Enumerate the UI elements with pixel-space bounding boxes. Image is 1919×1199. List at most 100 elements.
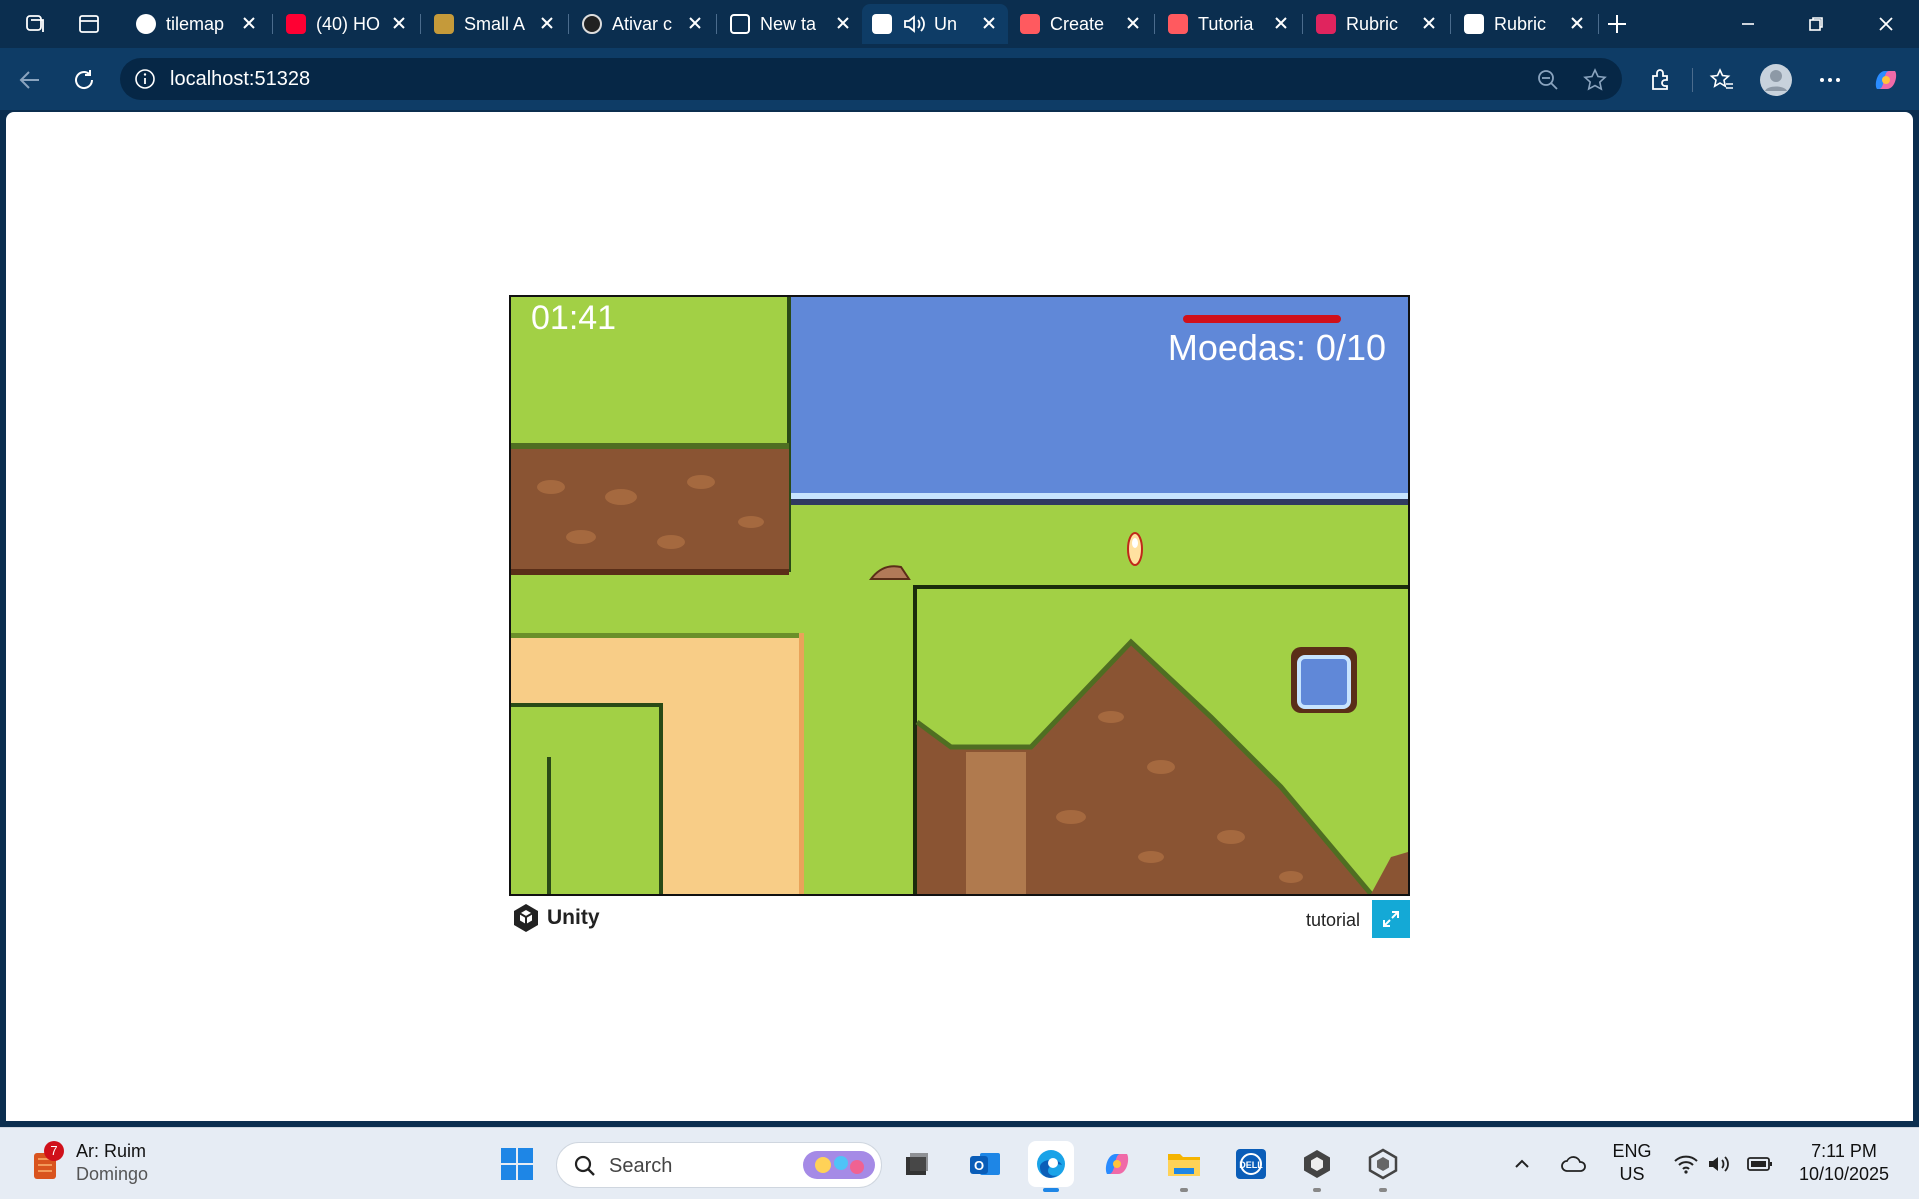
tab-separator (716, 14, 717, 34)
windows-logo-icon (501, 1148, 533, 1180)
show-hidden-icons-chevron-icon[interactable] (1504, 1141, 1540, 1187)
clock[interactable]: 7:11 PM 10/10/2025 (1790, 1140, 1898, 1186)
close-icon[interactable] (538, 14, 556, 32)
google-icon (136, 14, 156, 34)
close-icon[interactable] (240, 14, 258, 32)
dirt-cliff (511, 447, 789, 572)
copilot-icon[interactable] (1868, 62, 1904, 98)
site-info-icon[interactable] (134, 68, 156, 90)
extensions-icon[interactable] (1642, 62, 1678, 98)
close-window-icon[interactable] (1856, 4, 1916, 44)
close-icon[interactable] (1420, 14, 1438, 32)
game-world-scene (511, 297, 1408, 894)
outlook-icon[interactable]: O (962, 1141, 1008, 1187)
tab-youtube[interactable]: (40) HO (276, 4, 418, 44)
refresh-icon[interactable] (66, 62, 102, 98)
weather-badge: 7 (44, 1141, 64, 1161)
vertical-tabs-icon[interactable] (72, 8, 106, 40)
tab-rubric-2[interactable]: Rubric (1454, 4, 1596, 44)
new-tab-plus-icon[interactable] (1600, 8, 1634, 40)
tab-tilemap[interactable]: tilemap (126, 4, 268, 44)
hundred-points-icon (1316, 14, 1336, 34)
openai-icon (582, 14, 602, 34)
close-icon[interactable] (834, 14, 852, 32)
notion-icon (1464, 14, 1484, 34)
game-timer: 01:41 (531, 299, 617, 337)
search-highlight-icon (803, 1151, 875, 1179)
unity-hub-icon[interactable] (1294, 1141, 1340, 1192)
close-icon[interactable] (1124, 14, 1142, 32)
store-icon (1020, 14, 1040, 34)
tab-separator (420, 14, 421, 34)
coin-counter: Moedas: 0/10 (1167, 327, 1386, 368)
tab-rubric-1[interactable]: Rubric (1306, 4, 1448, 44)
weather-status: Ar: Ruim (76, 1141, 147, 1161)
edge-icon[interactable] (1028, 1141, 1074, 1192)
workspaces-icon[interactable] (18, 8, 52, 40)
unity-cube-icon (514, 904, 538, 932)
start-button[interactable] (494, 1141, 540, 1187)
toolbar-separator (1692, 68, 1693, 92)
address-bar[interactable]: localhost:51328 (120, 58, 1622, 100)
tab-chatgpt[interactable]: Ativar c (572, 4, 714, 44)
restore-icon[interactable] (1786, 4, 1846, 44)
task-view-icon[interactable] (894, 1141, 940, 1187)
unity-editor-icon[interactable] (1360, 1141, 1406, 1192)
unity-game-canvas[interactable]: 01:41 Moedas: 0/10 (509, 295, 1410, 896)
unity-icon (872, 14, 892, 34)
expand-icon (1383, 911, 1399, 927)
tab-separator (1450, 14, 1451, 34)
profile-avatar[interactable] (1758, 62, 1794, 98)
tab-separator (272, 14, 273, 34)
clock-date: 10/10/2025 (1798, 1164, 1890, 1184)
weather-day: Domingo (76, 1164, 149, 1184)
tab-separator (1302, 14, 1303, 34)
health-bar (1183, 315, 1341, 323)
fullscreen-button[interactable] (1372, 900, 1410, 938)
close-icon[interactable] (1568, 14, 1586, 32)
image-thumbnail-icon (434, 14, 454, 34)
store-icon (1168, 14, 1188, 34)
weather-widget[interactable]: 7 Ar: Ruim Domingo (30, 1140, 148, 1186)
language-indicator[interactable]: ENG US (1606, 1140, 1658, 1186)
tab-small-assets[interactable]: Small A (424, 4, 566, 44)
clock-time: 7:11 PM (1811, 1141, 1877, 1161)
player-character (1127, 532, 1143, 566)
taskbar-search[interactable]: Search (556, 1142, 882, 1188)
svg-text:O: O (974, 1158, 984, 1173)
volume-icon[interactable] (1700, 1141, 1738, 1187)
tab-new-tab[interactable]: New ta (720, 4, 862, 44)
close-icon[interactable] (390, 14, 408, 32)
tab-strip: tilemap (40) HO Small A Ativar c New ta … (0, 0, 1919, 48)
favorite-star-icon[interactable] (1582, 67, 1608, 93)
dell-icon[interactable]: DELL (1228, 1141, 1274, 1187)
unity-footer: Unity tutorial (509, 900, 1410, 940)
copilot-taskbar-icon[interactable] (1094, 1141, 1140, 1187)
navigation-bar: localhost:51328 (0, 48, 1919, 110)
onedrive-cloud-icon[interactable] (1552, 1141, 1596, 1187)
tab-unity-active[interactable]: Un (862, 4, 1008, 44)
close-icon[interactable] (686, 14, 704, 32)
back-arrow-icon[interactable] (12, 62, 48, 98)
windows-taskbar: 7 Ar: Ruim Domingo Search O DELL ENG US … (0, 1127, 1919, 1199)
minimize-icon[interactable] (1718, 4, 1778, 44)
address-url[interactable]: localhost:51328 (170, 68, 310, 91)
battery-icon[interactable] (1740, 1141, 1780, 1187)
tab-separator (1598, 14, 1599, 34)
search-icon (574, 1155, 595, 1176)
youtube-icon (286, 14, 306, 34)
tab-tutorial[interactable]: Tutoria (1158, 4, 1300, 44)
speaker-icon[interactable] (902, 13, 926, 35)
file-explorer-icon[interactable] (1161, 1141, 1207, 1192)
weather-icon: 7 (30, 1141, 64, 1183)
build-title: tutorial (1305, 910, 1360, 930)
more-options-icon[interactable] (1812, 62, 1848, 98)
tab-separator (568, 14, 569, 34)
new-tab-icon (730, 14, 750, 34)
unity-logo: Unity (511, 902, 600, 934)
close-icon[interactable] (1272, 14, 1290, 32)
close-icon[interactable] (980, 14, 998, 32)
tab-create[interactable]: Create (1010, 4, 1152, 44)
zoom-out-icon[interactable] (1536, 68, 1560, 92)
favorites-icon[interactable] (1704, 62, 1740, 98)
